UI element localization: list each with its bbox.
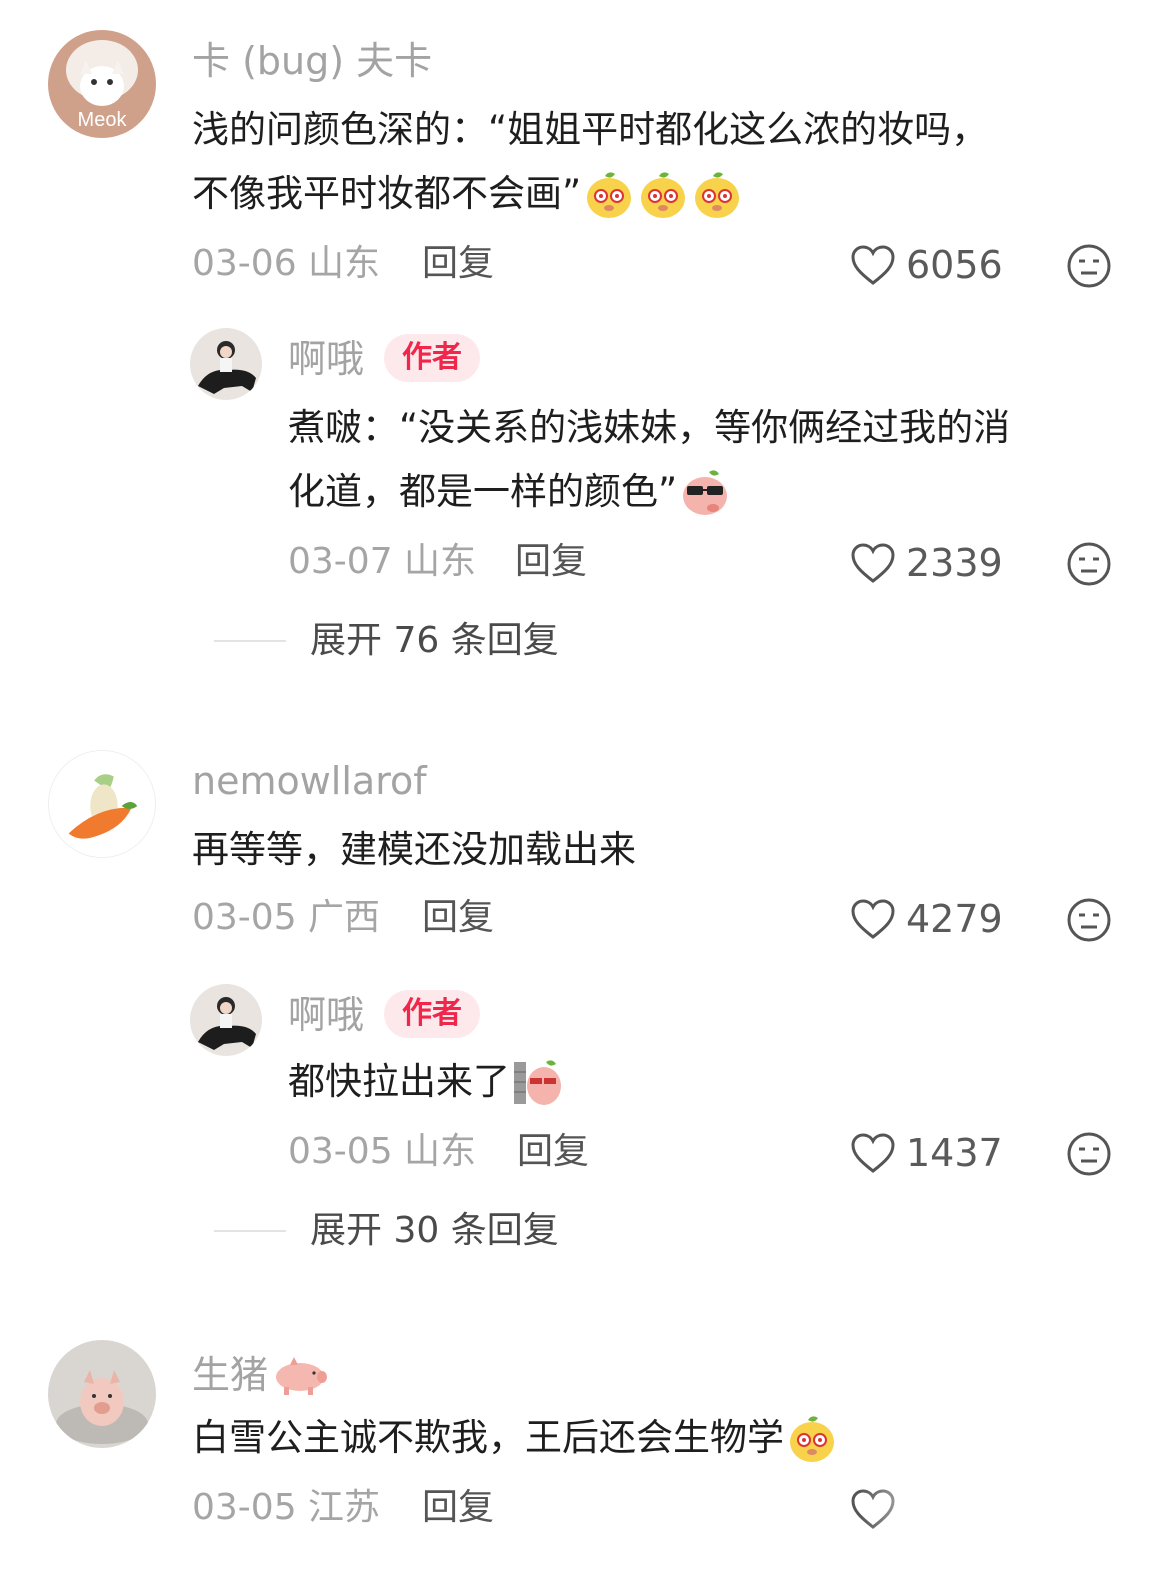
like-count: 1437 <box>906 1131 1003 1175</box>
comment-text: 都快拉出来了 <box>288 1050 564 1114</box>
expand-replies-label: 展开 30 条回复 <box>310 1210 559 1251</box>
mango-face-emoji <box>691 168 743 220</box>
cat-avatar-icon: Meok <box>48 30 156 138</box>
comment-text: 浅的问颜色深的：“姐姐平时都化这么浓的妆吗， 不像我平时妆都不会画” <box>192 98 988 226</box>
carrot-avatar-icon <box>49 751 155 857</box>
comment-text-line: 不像我平时妆都不会画” <box>192 172 582 215</box>
avatar[interactable] <box>190 328 262 400</box>
username-text: 生猪 <box>192 1353 269 1397</box>
avatar[interactable] <box>190 984 262 1056</box>
dislike-button[interactable] <box>1066 1131 1112 1177</box>
expand-replies-button[interactable]: 展开 30 条回复 <box>214 1206 559 1256</box>
comment-date-location: 03-05 江苏 <box>192 1487 381 1528</box>
avatar-label: Meok <box>78 109 128 131</box>
peeking-wall-emoji <box>512 1056 564 1108</box>
meh-face-icon <box>1067 244 1111 288</box>
heart-icon <box>851 1133 895 1173</box>
author-badge: 作者 <box>384 990 480 1038</box>
like-button[interactable]: 4279 <box>850 894 1003 944</box>
username[interactable]: nemowllarof <box>192 758 427 804</box>
username[interactable]: 卡 (bug) 夫卡 <box>192 38 432 84</box>
avatar[interactable] <box>48 1340 156 1448</box>
girl-on-panther-avatar-icon <box>190 328 262 400</box>
avatar[interactable] <box>48 750 156 858</box>
meh-face-icon <box>1067 542 1111 586</box>
avatar[interactable]: Meok <box>48 30 156 138</box>
comment-date-location: 03-05 山东 <box>288 1131 477 1172</box>
reply-button[interactable]: 回复 <box>422 896 494 940</box>
divider <box>214 1230 286 1232</box>
comment-text-line-1: 白雪公主诚不欺我，王后还会生物学 <box>192 1406 838 1470</box>
pig-emoji <box>270 1353 328 1397</box>
comment-date-location: 03-07 山东 <box>288 541 477 582</box>
like-button[interactable]: 6056 <box>850 240 1003 290</box>
comment-text: 煮啵：“没关系的浅妹妹，等你俩经过我的消 化道，都是一样的颜色” <box>288 396 1010 524</box>
comment-text-line: 化道，都是一样的颜色” <box>288 470 678 513</box>
reply-button[interactable]: 回复 <box>422 1486 494 1530</box>
like-count: 2339 <box>906 541 1003 585</box>
meh-face-icon <box>1067 898 1111 942</box>
like-count: 6056 <box>906 243 1003 287</box>
divider <box>214 640 286 642</box>
reply-item: 啊哦 作者 煮啵：“没关系的浅妹妹，等你俩经过我的消 化道，都是一样的颜色” 0… <box>0 300 1170 680</box>
dislike-button[interactable] <box>1066 243 1112 289</box>
heart-icon <box>851 543 895 583</box>
comment-item: nemowllarof 再等等，建模还没加载出来 03-05 广西 回复 427… <box>0 740 1170 980</box>
watermark-fade <box>860 1480 1170 1580</box>
comment-text-line-2: 化道，都是一样的颜色” <box>288 460 1010 524</box>
heart-icon <box>851 899 895 939</box>
username[interactable]: 生猪 <box>192 1352 328 1398</box>
meh-face-icon <box>1067 1132 1111 1176</box>
username[interactable]: 啊哦 <box>288 992 364 1038</box>
reply-button[interactable]: 回复 <box>422 242 494 286</box>
like-button[interactable]: 1437 <box>850 1128 1003 1178</box>
like-button[interactable]: 2339 <box>850 538 1003 588</box>
username[interactable]: 啊哦 <box>288 336 364 382</box>
comment-date-location: 03-05 广西 <box>192 897 381 938</box>
comment-text: 白雪公主诚不欺我，王后还会生物学 <box>192 1406 838 1470</box>
reply-button[interactable]: 回复 <box>517 1130 589 1174</box>
mango-face-emoji <box>637 168 689 220</box>
comment-text-line: 白雪公主诚不欺我，王后还会生物学 <box>192 1416 784 1459</box>
mango-face-emoji <box>583 168 635 220</box>
comment-text: 再等等，建模还没加载出来 <box>192 818 636 882</box>
comment-text-line-2: 不像我平时妆都不会画” <box>192 162 988 226</box>
comment-text-line: 浅的问颜色深的：“姐姐平时都化这么浓的妆吗， <box>192 108 989 151</box>
piglet-avatar-icon <box>48 1340 156 1448</box>
comment-item: Meok 卡 (bug) 夫卡 浅的问颜色深的：“姐姐平时都化这么浓的妆吗， 不… <box>0 0 1170 300</box>
expand-replies-button[interactable]: 展开 76 条回复 <box>214 616 559 666</box>
reply-item: 啊哦 作者 都快拉出来了 03-05 山东 回复 1437 展开 30 条回复 <box>0 980 1170 1280</box>
expand-replies-label: 展开 76 条回复 <box>310 620 559 661</box>
heart-icon <box>851 245 895 285</box>
like-count: 4279 <box>906 897 1003 941</box>
comment-text-line: 都快拉出来了 <box>288 1060 510 1103</box>
sunglasses-pig-emoji <box>679 466 731 518</box>
dislike-button[interactable] <box>1066 897 1112 943</box>
comment-text-line: 再等等，建模还没加载出来 <box>192 828 636 871</box>
comment-date-location: 03-06 山东 <box>192 243 381 284</box>
author-badge: 作者 <box>384 334 480 382</box>
comment-text-line-1: 都快拉出来了 <box>288 1050 564 1114</box>
comment-text-line: 煮啵：“没关系的浅妹妹，等你俩经过我的消 <box>288 406 1011 449</box>
girl-on-panther-avatar-icon <box>190 984 262 1056</box>
mango-face-emoji <box>786 1412 838 1464</box>
dislike-button[interactable] <box>1066 541 1112 587</box>
reply-button[interactable]: 回复 <box>515 540 587 584</box>
